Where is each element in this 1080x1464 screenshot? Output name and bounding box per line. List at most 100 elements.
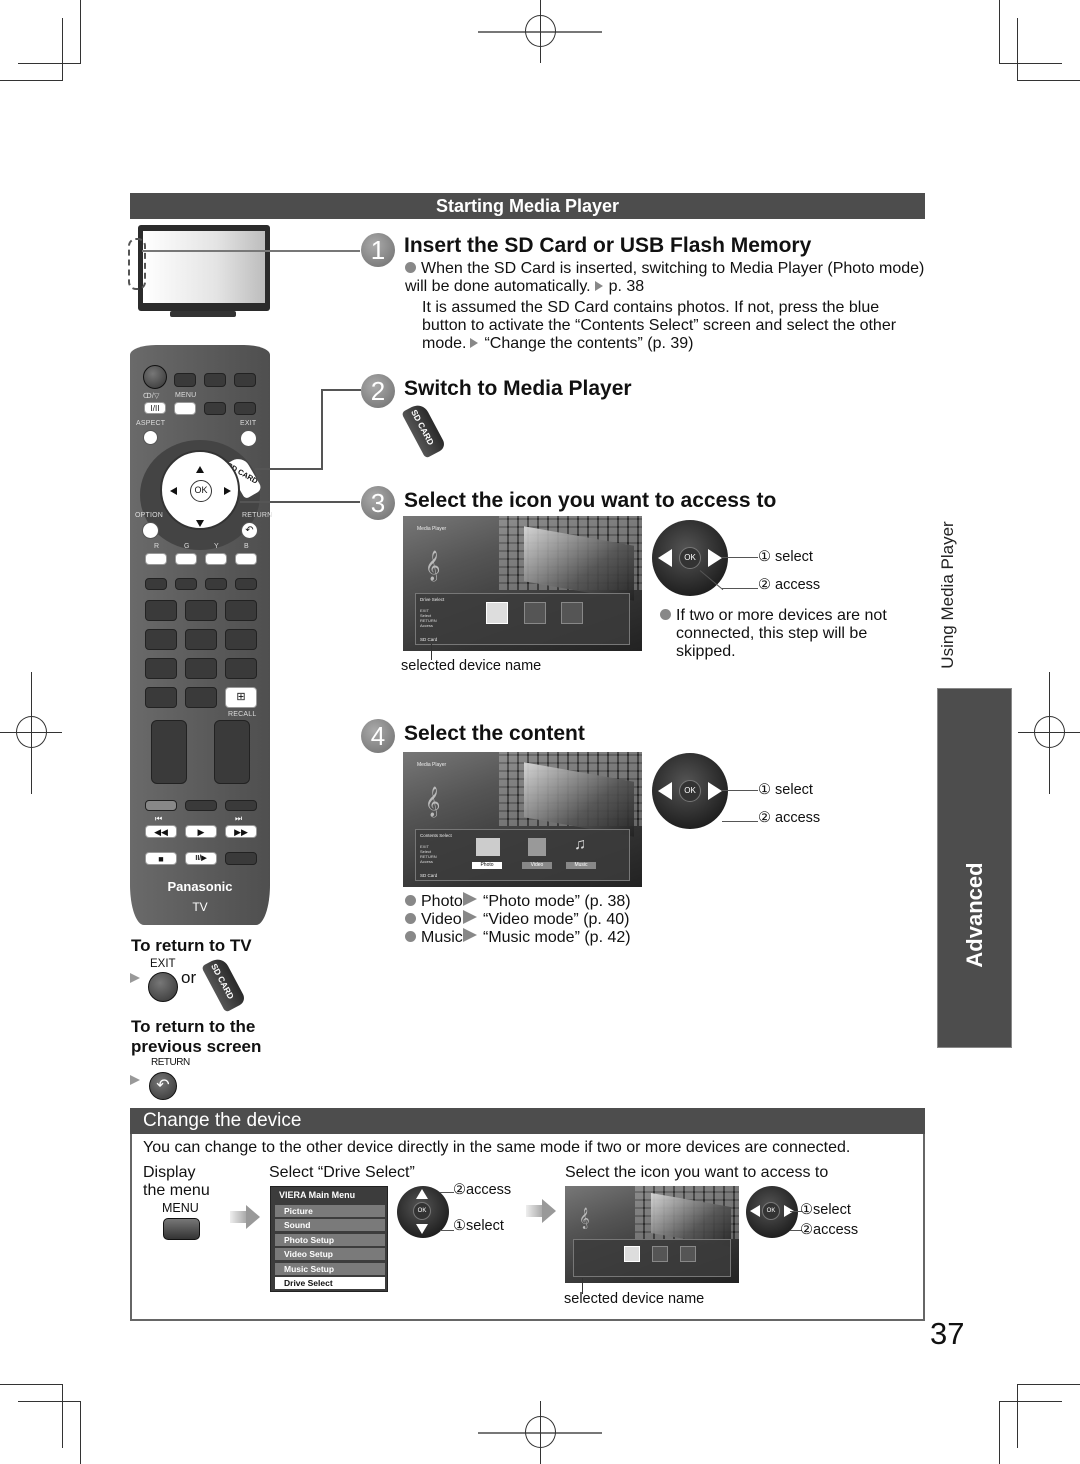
- usb-device-icon[interactable]: [561, 602, 583, 624]
- video-icon[interactable]: [528, 838, 546, 856]
- fast-forward-button[interactable]: ▶▶: [225, 825, 257, 838]
- play-button[interactable]: ▶: [185, 825, 217, 838]
- menu-button[interactable]: [174, 402, 196, 415]
- main-menu-screenshot: VIERA Main Menu Picture Sound Photo Setu…: [270, 1186, 388, 1292]
- ok-button[interactable]: OK: [190, 480, 212, 502]
- remote-button[interactable]: [145, 800, 177, 811]
- number-button-6[interactable]: [225, 629, 257, 650]
- registration-circle: [1034, 716, 1065, 748]
- number-button-5[interactable]: [185, 629, 217, 650]
- remote-button[interactable]: [225, 852, 257, 865]
- sd-card-button-icon: SD CARD: [201, 955, 247, 1013]
- usb-device-icon[interactable]: [680, 1246, 696, 1262]
- exit-label: EXIT: [240, 420, 257, 427]
- crop-mark: [1017, 1384, 1018, 1448]
- remote-button[interactable]: [204, 373, 226, 387]
- menu-item-video-setup[interactable]: Video Setup: [275, 1248, 385, 1260]
- menu-item-drive-select[interactable]: Drive Select: [275, 1277, 385, 1289]
- page-ref[interactable]: p. 38: [609, 278, 645, 295]
- rewind-button[interactable]: ◀◀: [145, 825, 177, 838]
- exit-label: EXIT: [150, 958, 176, 970]
- remote-button[interactable]: [225, 800, 257, 811]
- music-icon: ♫: [574, 836, 586, 853]
- menu-item-music-setup[interactable]: Music Setup: [275, 1263, 385, 1275]
- arrow-down-icon: [196, 520, 204, 527]
- remote-button[interactable]: [234, 402, 256, 415]
- exit-button[interactable]: [240, 430, 257, 447]
- music-clef-icon: 𝄞: [425, 550, 441, 580]
- number-button-10[interactable]: [145, 687, 177, 708]
- leader-line: [722, 821, 758, 822]
- channel-rocker[interactable]: [214, 720, 250, 784]
- skip-back-icon: ⏮: [155, 814, 163, 823]
- number-button-9[interactable]: [225, 658, 257, 679]
- remote-button[interactable]: [145, 578, 167, 590]
- tab-music[interactable]: Music: [566, 862, 596, 869]
- page-ref[interactable]: “Music mode” (p. 42): [483, 929, 631, 946]
- number-button-8[interactable]: [185, 658, 217, 679]
- nav-access-label: ②access: [453, 1182, 512, 1198]
- option-button[interactable]: [142, 522, 159, 539]
- remote-button[interactable]: [234, 373, 256, 387]
- number-button-4[interactable]: [145, 629, 177, 650]
- green-label: G: [184, 543, 190, 550]
- arrow-down-icon: [416, 1224, 428, 1234]
- blue-button[interactable]: [235, 553, 257, 565]
- number-button-3[interactable]: [225, 600, 257, 621]
- number-button-1[interactable]: [145, 600, 177, 621]
- tv-stand: [170, 311, 236, 317]
- remote-button[interactable]: [175, 578, 197, 590]
- remote-button[interactable]: [235, 578, 257, 590]
- number-button-2[interactable]: [185, 600, 217, 621]
- number-button-0[interactable]: [185, 687, 217, 708]
- yellow-button[interactable]: [205, 553, 227, 565]
- sd-card-device-icon[interactable]: [624, 1246, 640, 1262]
- remote-control: ↀ/▽ MENU I/II ASPECT EXIT SD CARD OK OPT…: [130, 345, 272, 925]
- crop-mark: [999, 1401, 1000, 1464]
- aspect-button[interactable]: [143, 430, 158, 445]
- remote-button[interactable]: [205, 578, 227, 590]
- recall-button[interactable]: ⊞: [225, 687, 257, 708]
- photo-icon[interactable]: [476, 838, 500, 856]
- step-title: Select the icon you want to access to: [404, 489, 777, 512]
- tab-photo[interactable]: Photo: [472, 862, 502, 869]
- pause-button[interactable]: II/▶: [185, 852, 217, 865]
- return-button[interactable]: ↶: [241, 522, 258, 539]
- screen-title: Media Player: [417, 526, 447, 532]
- page-ref[interactable]: “Change the contents” (p. 39): [484, 335, 693, 352]
- step-title: Select the content: [404, 722, 585, 745]
- volume-rocker[interactable]: [151, 720, 187, 784]
- music-clef-icon: 𝄞: [579, 1208, 590, 1228]
- number-button-7[interactable]: [145, 658, 177, 679]
- remote-button[interactable]: [185, 800, 217, 811]
- power-button[interactable]: [143, 365, 167, 389]
- remote-button[interactable]: [204, 402, 226, 415]
- usb-device-icon[interactable]: [524, 602, 546, 624]
- step-1-bullet: When the SD Card is inserted, switching …: [405, 260, 925, 295]
- arrow-icon: [594, 281, 603, 291]
- sd-card-device-icon[interactable]: [486, 602, 508, 624]
- nav-access-label: ② access: [758, 810, 821, 826]
- exit-button-icon: [148, 972, 178, 1002]
- drive-select-panel: Drive Select EXIT Select RETURN Access SD C…: [415, 593, 630, 645]
- page-ref[interactable]: “Video mode” (p. 40): [483, 911, 629, 928]
- red-button[interactable]: [145, 553, 167, 565]
- page-ref[interactable]: “Photo mode” (p. 38): [483, 893, 631, 910]
- key-guide: EXIT Select RETURN Access: [420, 844, 437, 864]
- green-button[interactable]: [175, 553, 197, 565]
- menu-item-sound[interactable]: Sound: [275, 1219, 385, 1231]
- menu-title: VIERA Main Menu: [279, 1190, 356, 1200]
- menu-item-photo-setup[interactable]: Photo Setup: [275, 1234, 385, 1246]
- step-number: 2: [361, 374, 395, 408]
- stop-button[interactable]: ■: [145, 852, 177, 865]
- menu-label: MENU: [175, 392, 197, 399]
- tv-av-button[interactable]: I/II: [144, 402, 166, 414]
- menu-item-picture[interactable]: Picture: [275, 1205, 385, 1217]
- usb-device-icon[interactable]: [652, 1246, 668, 1262]
- yellow-label: Y: [214, 543, 219, 550]
- nav-select-label: ①select: [800, 1202, 851, 1218]
- nav-access-label: ②access: [800, 1222, 859, 1238]
- remote-button[interactable]: [174, 373, 196, 387]
- leader-line: [440, 1230, 454, 1231]
- tab-video[interactable]: Video: [522, 862, 552, 869]
